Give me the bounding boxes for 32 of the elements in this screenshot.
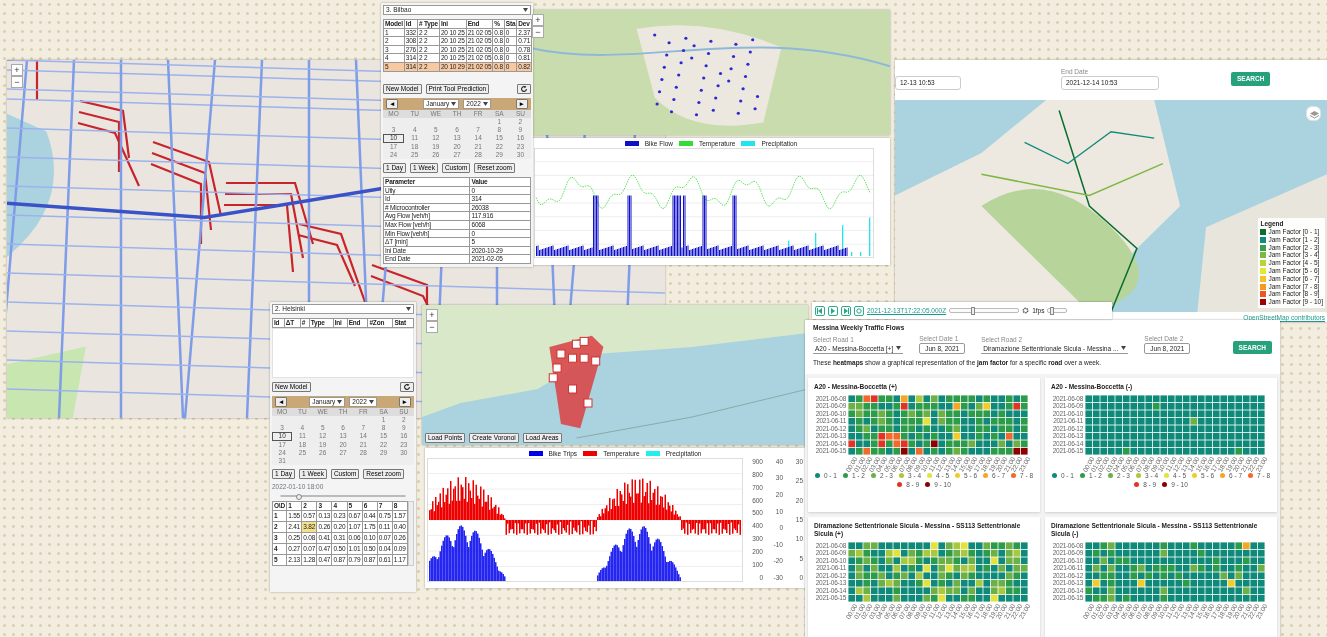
caret-icon — [337, 399, 343, 404]
caret-icon — [451, 101, 457, 106]
playback-button[interactable] — [828, 305, 838, 316]
playback-button[interactable] — [815, 305, 825, 316]
skip-forward-icon — [843, 307, 849, 314]
refresh-icon — [403, 382, 411, 391]
caret-icon — [482, 101, 488, 106]
zoom-in-button[interactable]: + — [426, 309, 438, 321]
caret-icon — [523, 8, 528, 12]
zoom-in-button[interactable]: + — [11, 64, 23, 76]
zoom-out-button[interactable]: − — [11, 76, 23, 88]
slider-thumb[interactable] — [295, 494, 302, 501]
zoom-in-button[interactable]: + — [532, 14, 544, 26]
layers-icon — [1309, 110, 1320, 119]
loop-icon — [856, 307, 862, 314]
settings-icon[interactable] — [1022, 307, 1030, 314]
scrollbar[interactable] — [408, 501, 414, 566]
playback-button[interactable] — [854, 305, 864, 316]
zoom-out-button[interactable]: − — [426, 321, 438, 333]
caret-icon — [406, 307, 411, 311]
zoom-out-button[interactable]: − — [532, 26, 544, 38]
refresh-button[interactable] — [517, 83, 531, 94]
playback-button[interactable] — [841, 305, 851, 316]
slider-thumb[interactable] — [1050, 307, 1055, 315]
refresh-icon — [520, 84, 528, 93]
slider-thumb[interactable] — [970, 307, 975, 315]
skip-back-icon — [817, 307, 823, 314]
caret-icon — [896, 346, 902, 351]
play-icon — [830, 307, 836, 314]
caret-icon — [1121, 346, 1127, 351]
caret-icon — [368, 399, 374, 404]
refresh-button[interactable] — [400, 381, 414, 392]
